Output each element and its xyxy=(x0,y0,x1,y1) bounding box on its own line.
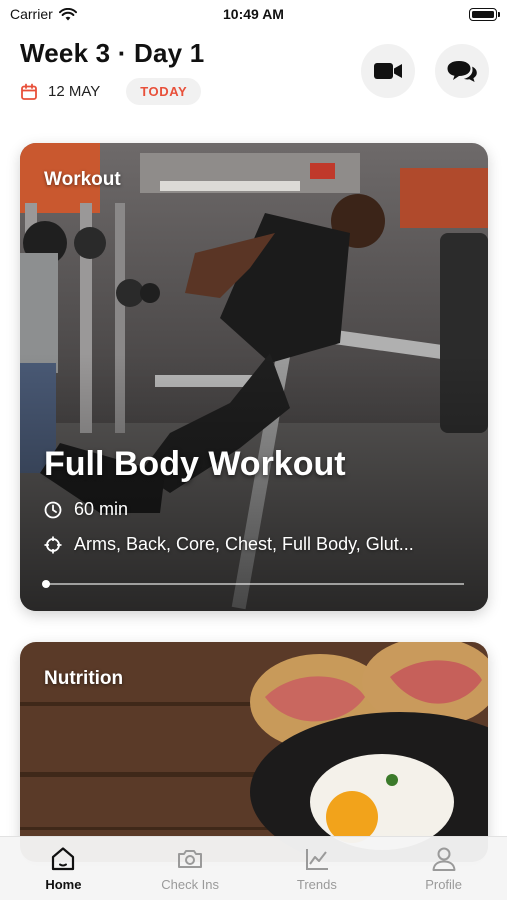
target-icon xyxy=(44,536,62,553)
header: Week 3 · Day 1 12 MAY TODAY xyxy=(20,38,489,118)
tab-home-label: Home xyxy=(45,877,82,892)
video-call-button[interactable] xyxy=(361,44,415,98)
duration-text: 60 min xyxy=(74,499,129,519)
chat-bubbles-icon xyxy=(447,61,477,82)
targets-text: Arms, Back, Core, Chest, Full Body, Glut… xyxy=(74,534,414,554)
tab-profile[interactable]: Profile xyxy=(380,837,507,900)
tab-check-ins-label: Check Ins xyxy=(161,877,220,892)
video-camera-icon xyxy=(374,63,402,79)
workout-category-label: Workout xyxy=(44,169,121,190)
clock-icon xyxy=(44,501,62,518)
carousel-track xyxy=(44,583,464,585)
tab-profile-label: Profile xyxy=(425,877,463,892)
status-bar: Carrier 10:49 AM xyxy=(0,0,507,30)
tab-trends[interactable]: Trends xyxy=(254,837,381,900)
status-time: 10:49 AM xyxy=(223,6,284,22)
nutrition-card[interactable]: Nutrition xyxy=(20,642,488,862)
tab-check-ins[interactable]: Check Ins xyxy=(127,837,254,900)
home-icon xyxy=(52,847,75,871)
nutrition-category-label: Nutrition xyxy=(44,668,124,689)
date-row: 12 MAY TODAY xyxy=(20,78,202,105)
workout-card[interactable]: Workout Full Body Workout 60 min Arms, B… xyxy=(20,143,488,611)
camera-icon xyxy=(178,850,203,868)
tab-home[interactable]: Home xyxy=(0,837,127,900)
tab-bar: Home Check Ins Trends Profile xyxy=(0,836,507,900)
workout-duration: 60 min xyxy=(44,499,128,520)
messages-button[interactable] xyxy=(435,44,489,98)
page-title: Week 3 · Day 1 xyxy=(20,38,205,68)
workout-targets: Arms, Back, Core, Chest, Full Body, Glut… xyxy=(44,534,464,555)
calendar-icon xyxy=(21,83,37,100)
date-label[interactable]: 12 MAY xyxy=(48,83,100,100)
profile-icon xyxy=(432,847,456,871)
battery-icon xyxy=(469,8,500,21)
chart-icon xyxy=(305,849,328,870)
tab-trends-label: Trends xyxy=(296,877,337,892)
carousel-indicator[interactable] xyxy=(42,580,50,588)
today-button[interactable]: TODAY xyxy=(126,78,202,105)
workout-title: Full Body Workout xyxy=(44,445,346,483)
